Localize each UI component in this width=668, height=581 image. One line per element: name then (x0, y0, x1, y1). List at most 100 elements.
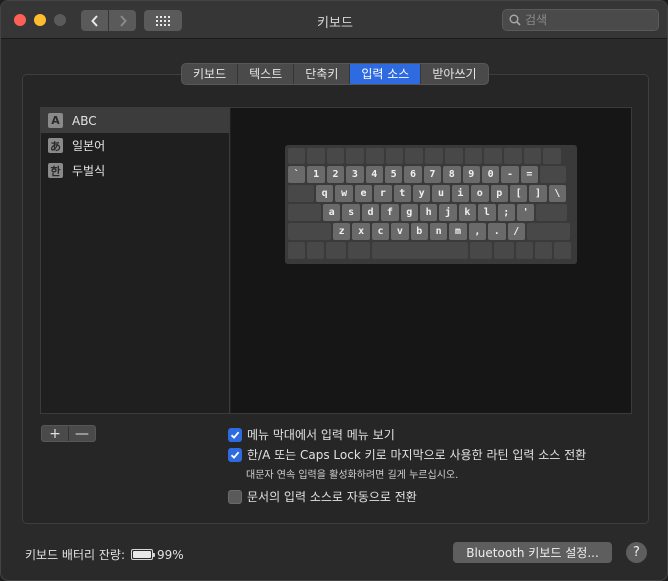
key-;: ; (497, 204, 515, 221)
delete-key (540, 166, 567, 183)
key-m: m (449, 223, 467, 240)
battery-percent: 99% (157, 547, 184, 562)
key-i: i (451, 185, 470, 202)
list-item-abc[interactable]: A ABC (41, 108, 229, 133)
key-v: v (391, 223, 409, 240)
key-k: k (458, 204, 477, 221)
keyboard-preferences-window: 키보드 키보드 텍스트 단축키 입력 소스 받아쓰기 A ABC あ 일본어 한… (0, 0, 668, 581)
battery-level-fill (133, 551, 151, 558)
modifier-key (288, 242, 305, 259)
list-add-remove-buttons: + — (41, 425, 96, 442)
tab-keyboard[interactable]: 키보드 (182, 64, 239, 84)
battery-icon (131, 549, 155, 560)
caps-lock-switch-option[interactable]: 한/A 또는 Caps Lock 키로 마지막으로 사용한 라틴 입력 소스 전… (228, 446, 586, 463)
arrow-key (535, 242, 552, 259)
key-u: u (432, 185, 450, 202)
key-5: 5 (384, 166, 403, 183)
show-input-menu-option[interactable]: 메뉴 막대에서 입력 메뉴 보기 (228, 426, 395, 443)
key-x: x (352, 223, 370, 240)
auto-switch-checkbox[interactable] (228, 489, 242, 504)
function-key (425, 148, 443, 164)
key-p: p (490, 185, 508, 202)
key-6: 6 (404, 166, 422, 183)
keyboard-battery-status: 키보드 배터리 잔량: 99% (25, 546, 184, 563)
key-/: / (507, 223, 525, 240)
key-0: 0 (481, 166, 500, 183)
tab-text[interactable]: 텍스트 (238, 64, 295, 84)
add-input-source-button[interactable]: + (42, 426, 69, 442)
key-e: e (354, 185, 373, 202)
function-key (326, 148, 345, 164)
korean-icon: 한 (48, 163, 63, 178)
function-key (543, 148, 561, 164)
key-h: h (419, 204, 438, 221)
modifier-key (307, 242, 324, 259)
function-key (366, 148, 384, 164)
tab-bar: 키보드 텍스트 단축키 입력 소스 받아쓰기 (181, 63, 489, 85)
auto-switch-label: 문서의 입력 소스로 자동으로 전환 (247, 490, 417, 504)
key-r: r (374, 185, 392, 202)
search-field[interactable] (502, 9, 659, 31)
function-key (464, 148, 483, 164)
auto-switch-option[interactable]: 문서의 입력 소스로 자동으로 전환 (228, 488, 417, 505)
title-bar: 키보드 (1, 1, 667, 39)
key-g: g (400, 204, 418, 221)
modifier-key (326, 242, 346, 259)
list-item-korean[interactable]: 한 두벌식 (41, 158, 229, 183)
checkmark-icon (230, 451, 240, 459)
key-,: , (468, 223, 487, 240)
key-8: 8 (443, 166, 461, 183)
tab-key (288, 185, 314, 202)
key-w: w (335, 185, 353, 202)
remove-input-source-button[interactable]: — (69, 426, 95, 442)
show-input-menu-checkbox[interactable] (228, 427, 242, 442)
key-o: o (471, 185, 489, 202)
modifier-key (470, 242, 492, 259)
arrow-key (554, 242, 571, 259)
input-source-list[interactable]: A ABC あ 일본어 한 두벌식 (41, 108, 230, 413)
key-j: j (439, 204, 457, 221)
key-`: ` (288, 166, 306, 183)
key-9: 9 (462, 166, 480, 183)
keyboard-row: a s d f g h j k l; ' (288, 204, 574, 221)
key-f: f (381, 204, 399, 221)
return-key (536, 204, 568, 221)
keyboard-layout-preview: ` 1 2 3 4 5 6 7 8 9 0- = q w e r t y u i o p[] \ a s d f g h j k l; ' z x c… (285, 145, 577, 264)
search-icon (509, 14, 521, 26)
function-key (385, 148, 404, 164)
key-1: 1 (307, 166, 325, 183)
tab-shortcuts[interactable]: 단축키 (294, 64, 351, 84)
function-key (444, 148, 463, 164)
key-7: 7 (423, 166, 442, 183)
list-item-japanese[interactable]: あ 일본어 (41, 133, 229, 158)
input-sources-panel: A ABC あ 일본어 한 두벌식 ` 1 2 3 4 5 6 7 8 9 0- = q w e r t y u i o… (40, 107, 632, 414)
function-key (523, 148, 542, 164)
key-\: \ (548, 185, 567, 202)
key-z: z (333, 223, 351, 240)
keyboard-row: ` 1 2 3 4 5 6 7 8 9 0- = (288, 166, 574, 183)
tab-input-sources[interactable]: 입력 소스 (350, 64, 422, 84)
key-n: n (429, 223, 448, 240)
key--: - (501, 166, 519, 183)
modifier-key (494, 242, 514, 259)
list-item-label: 두벌식 (72, 164, 106, 178)
key-b: b (410, 223, 428, 240)
key-l: l (478, 204, 496, 221)
function-key (288, 148, 305, 164)
abc-icon: A (48, 113, 63, 128)
left-shift-key (288, 223, 331, 240)
key-[: [ (509, 185, 528, 202)
caps-lock-key (288, 204, 321, 221)
bluetooth-keyboard-setup-button[interactable]: Bluetooth 키보드 설정... (453, 542, 612, 563)
key-y: y (412, 185, 431, 202)
keyboard-row: q w e r t y u i o p[] \ (288, 185, 574, 202)
tab-dictation[interactable]: 받아쓰기 (421, 64, 487, 84)
caps-lock-switch-checkbox[interactable] (228, 447, 242, 462)
show-input-menu-label: 메뉴 막대에서 입력 메뉴 보기 (247, 428, 395, 442)
search-input[interactable] (525, 13, 645, 27)
battery-label: 키보드 배터리 잔량: (25, 548, 125, 562)
key-a: a (323, 204, 341, 221)
caps-lock-switch-label: 한/A 또는 Caps Lock 키로 마지막으로 사용한 라틴 입력 소스 전… (247, 448, 587, 462)
caps-lock-note: 대문자 연속 입력을 활성화하려면 길게 누르십시오. (246, 470, 459, 481)
help-button[interactable]: ? (626, 542, 647, 563)
